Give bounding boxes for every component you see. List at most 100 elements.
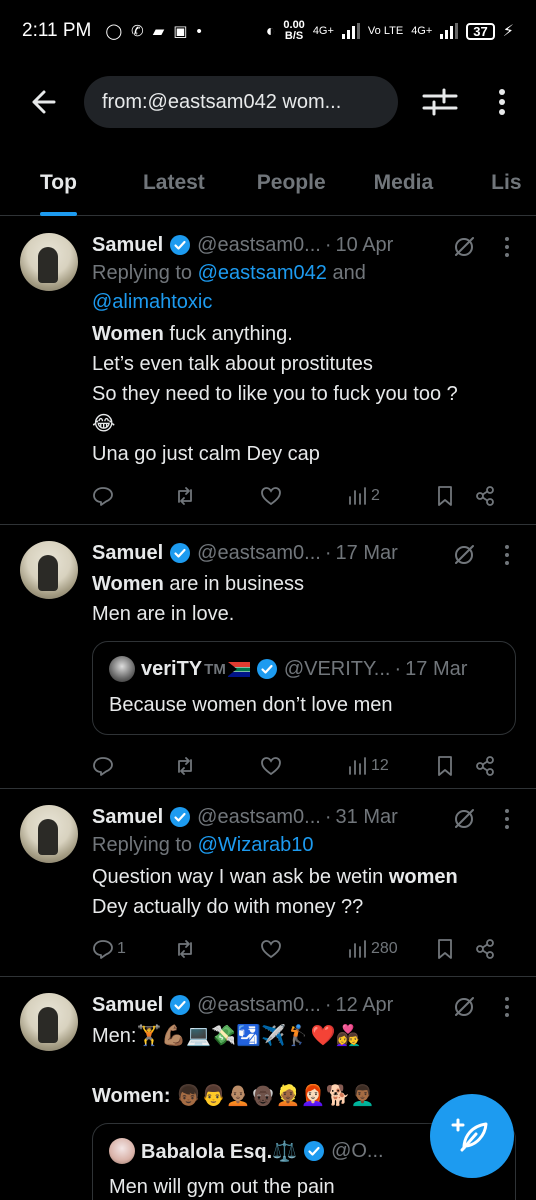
bookmark-button[interactable]: [434, 938, 456, 960]
like-button[interactable]: [260, 485, 282, 507]
handle: @eastsam0...: [197, 541, 321, 564]
search-input[interactable]: from:@eastsam042 wom...: [84, 76, 398, 128]
share-icon: [476, 486, 494, 506]
text-line: Dey actually do with money ??: [92, 896, 364, 918]
grok-slash-icon[interactable]: [452, 807, 476, 831]
reply-button[interactable]: 1: [92, 938, 126, 960]
alarm-icon: ◐: [265, 22, 276, 40]
display-name[interactable]: Samuel: [92, 806, 163, 829]
tab-label: Latest: [142, 171, 205, 194]
avatar[interactable]: [20, 233, 78, 291]
quoted-display-name: Babalola Esq.⚖️: [141, 1140, 298, 1163]
views-button[interactable]: 2: [346, 485, 380, 507]
display-name[interactable]: Samuel: [92, 542, 163, 565]
verified-badge-icon: [304, 1141, 325, 1161]
bar-chart-icon: [349, 940, 366, 958]
avatar[interactable]: [20, 541, 78, 599]
text-line: Men:🏋️💪🏽💻💸🛂✈️🏌️❤️👩‍❤️‍👨: [92, 1025, 361, 1047]
tweet-date: 10 Apr: [335, 233, 394, 256]
bookmark-button[interactable]: [434, 755, 456, 777]
tweet[interactable]: Samuel @eastsam0... · 17 Mar Women are i…: [0, 525, 536, 789]
reply-button[interactable]: [92, 755, 114, 777]
tweet-actions: 12: [92, 739, 516, 795]
vertical-dots-icon[interactable]: [504, 235, 510, 259]
separator-dot: ·: [394, 657, 402, 680]
more-options-button[interactable]: [490, 84, 514, 120]
net-speed: 0.00 B/S: [283, 20, 304, 42]
quoted-avatar: [109, 656, 135, 682]
compose-post-button[interactable]: [430, 1094, 514, 1178]
search-filters-button[interactable]: [420, 84, 460, 120]
reply-button[interactable]: [92, 485, 114, 507]
bookmark-button[interactable]: [434, 485, 456, 507]
status-bar: 2:11 PM ◯ ✆ ▰ ▣ • ◐ 0.00 B/S 4G+ Vo LTE …: [0, 0, 536, 62]
search-results-feed: Samuel @eastsam0... · 10 Apr Replying to…: [0, 217, 536, 1200]
network-type-3: 4G+: [411, 24, 433, 37]
mention-link[interactable]: @Wizarab10: [198, 834, 314, 856]
views-button[interactable]: 12: [346, 755, 389, 777]
tab-people[interactable]: People: [257, 150, 326, 216]
retweet-icon: [178, 757, 192, 775]
tweet[interactable]: Samuel @eastsam0... · 31 Mar Replying to…: [0, 789, 536, 977]
replying-to: Replying to @Wizarab10: [92, 831, 516, 860]
text-line: Question way I wan ask be wetin: [92, 866, 389, 888]
tweet-date: 31 Mar: [335, 805, 398, 828]
mention-link[interactable]: @alimahtoxic: [92, 291, 212, 313]
mention-link[interactable]: @eastsam042: [198, 262, 327, 284]
back-button[interactable]: [24, 84, 60, 120]
quoted-handle: @O...: [331, 1139, 384, 1162]
emoji-line: 👦🏾👨🧑🏽‍🦲👴🏿👱🏾👩🏻‍🦰🐕👨🏾‍🦱: [170, 1085, 376, 1107]
reply-icon: [93, 940, 113, 959]
tweet-actions: 1 280: [92, 922, 516, 978]
vertical-dots-icon[interactable]: [504, 995, 510, 1019]
retweet-icon: [178, 940, 192, 958]
replying-to: Replying to @eastsam042 and @alimahtoxic: [92, 259, 516, 317]
views-count: 2: [371, 487, 380, 504]
separator-dot: ·: [324, 233, 332, 256]
retweet-icon: [178, 487, 192, 505]
tab-top[interactable]: Top: [40, 150, 77, 216]
views-button[interactable]: 280: [346, 938, 398, 960]
verified-badge-icon: [170, 995, 191, 1015]
quoted-tweet[interactable]: veriTY TM @VERITY... · 17 Mar Because wo…: [92, 641, 516, 735]
heart-icon: [261, 487, 281, 506]
tweet-actions: 2: [92, 469, 516, 525]
retweet-button[interactable]: [174, 938, 196, 960]
display-name[interactable]: Samuel: [92, 994, 163, 1017]
text-line: fuck anything.: [163, 323, 293, 345]
avatar[interactable]: [20, 805, 78, 863]
quoted-date: 17 Mar: [405, 657, 468, 680]
views-count: 280: [371, 940, 398, 957]
emoji-line: 😂: [92, 413, 116, 435]
quoted-tweet-text: Because women don’t love men: [109, 694, 393, 716]
like-button[interactable]: [260, 755, 282, 777]
avatar[interactable]: [20, 993, 78, 1051]
grok-slash-icon[interactable]: [452, 235, 476, 259]
text-line: Una go just calm Dey cap: [92, 443, 320, 465]
grok-slash-icon[interactable]: [452, 995, 476, 1019]
share-button[interactable]: [474, 938, 496, 960]
tab-media[interactable]: Media: [374, 150, 434, 216]
reply-prefix: Replying to: [92, 834, 198, 856]
vertical-dots-icon[interactable]: [504, 543, 510, 567]
south-africa-flag-icon: [227, 661, 250, 677]
retweet-button[interactable]: [174, 755, 196, 777]
app-icon: ▣: [173, 23, 188, 40]
tweet[interactable]: Samuel @eastsam0... · 10 Apr Replying to…: [0, 217, 536, 525]
vertical-dots-icon: [499, 89, 505, 115]
more-notifications-dot-icon: •: [196, 22, 202, 40]
like-button[interactable]: [260, 938, 282, 960]
grok-slash-icon[interactable]: [452, 543, 476, 567]
vertical-dots-icon[interactable]: [504, 807, 510, 831]
share-button[interactable]: [474, 755, 496, 777]
reply-prefix: Replying to: [92, 262, 198, 284]
share-button[interactable]: [474, 485, 496, 507]
quoted-handle: @VERITY...: [283, 657, 391, 680]
retweet-button[interactable]: [174, 485, 196, 507]
tweet-text: Women fuck anything. Let’s even talk abo…: [92, 319, 516, 469]
tab-latest[interactable]: Latest: [143, 150, 205, 216]
tab-label: People: [256, 171, 326, 194]
display-name[interactable]: Samuel: [92, 234, 163, 257]
whatsapp-icon: ✆: [131, 23, 144, 40]
tab-lists[interactable]: Lis: [491, 150, 521, 216]
